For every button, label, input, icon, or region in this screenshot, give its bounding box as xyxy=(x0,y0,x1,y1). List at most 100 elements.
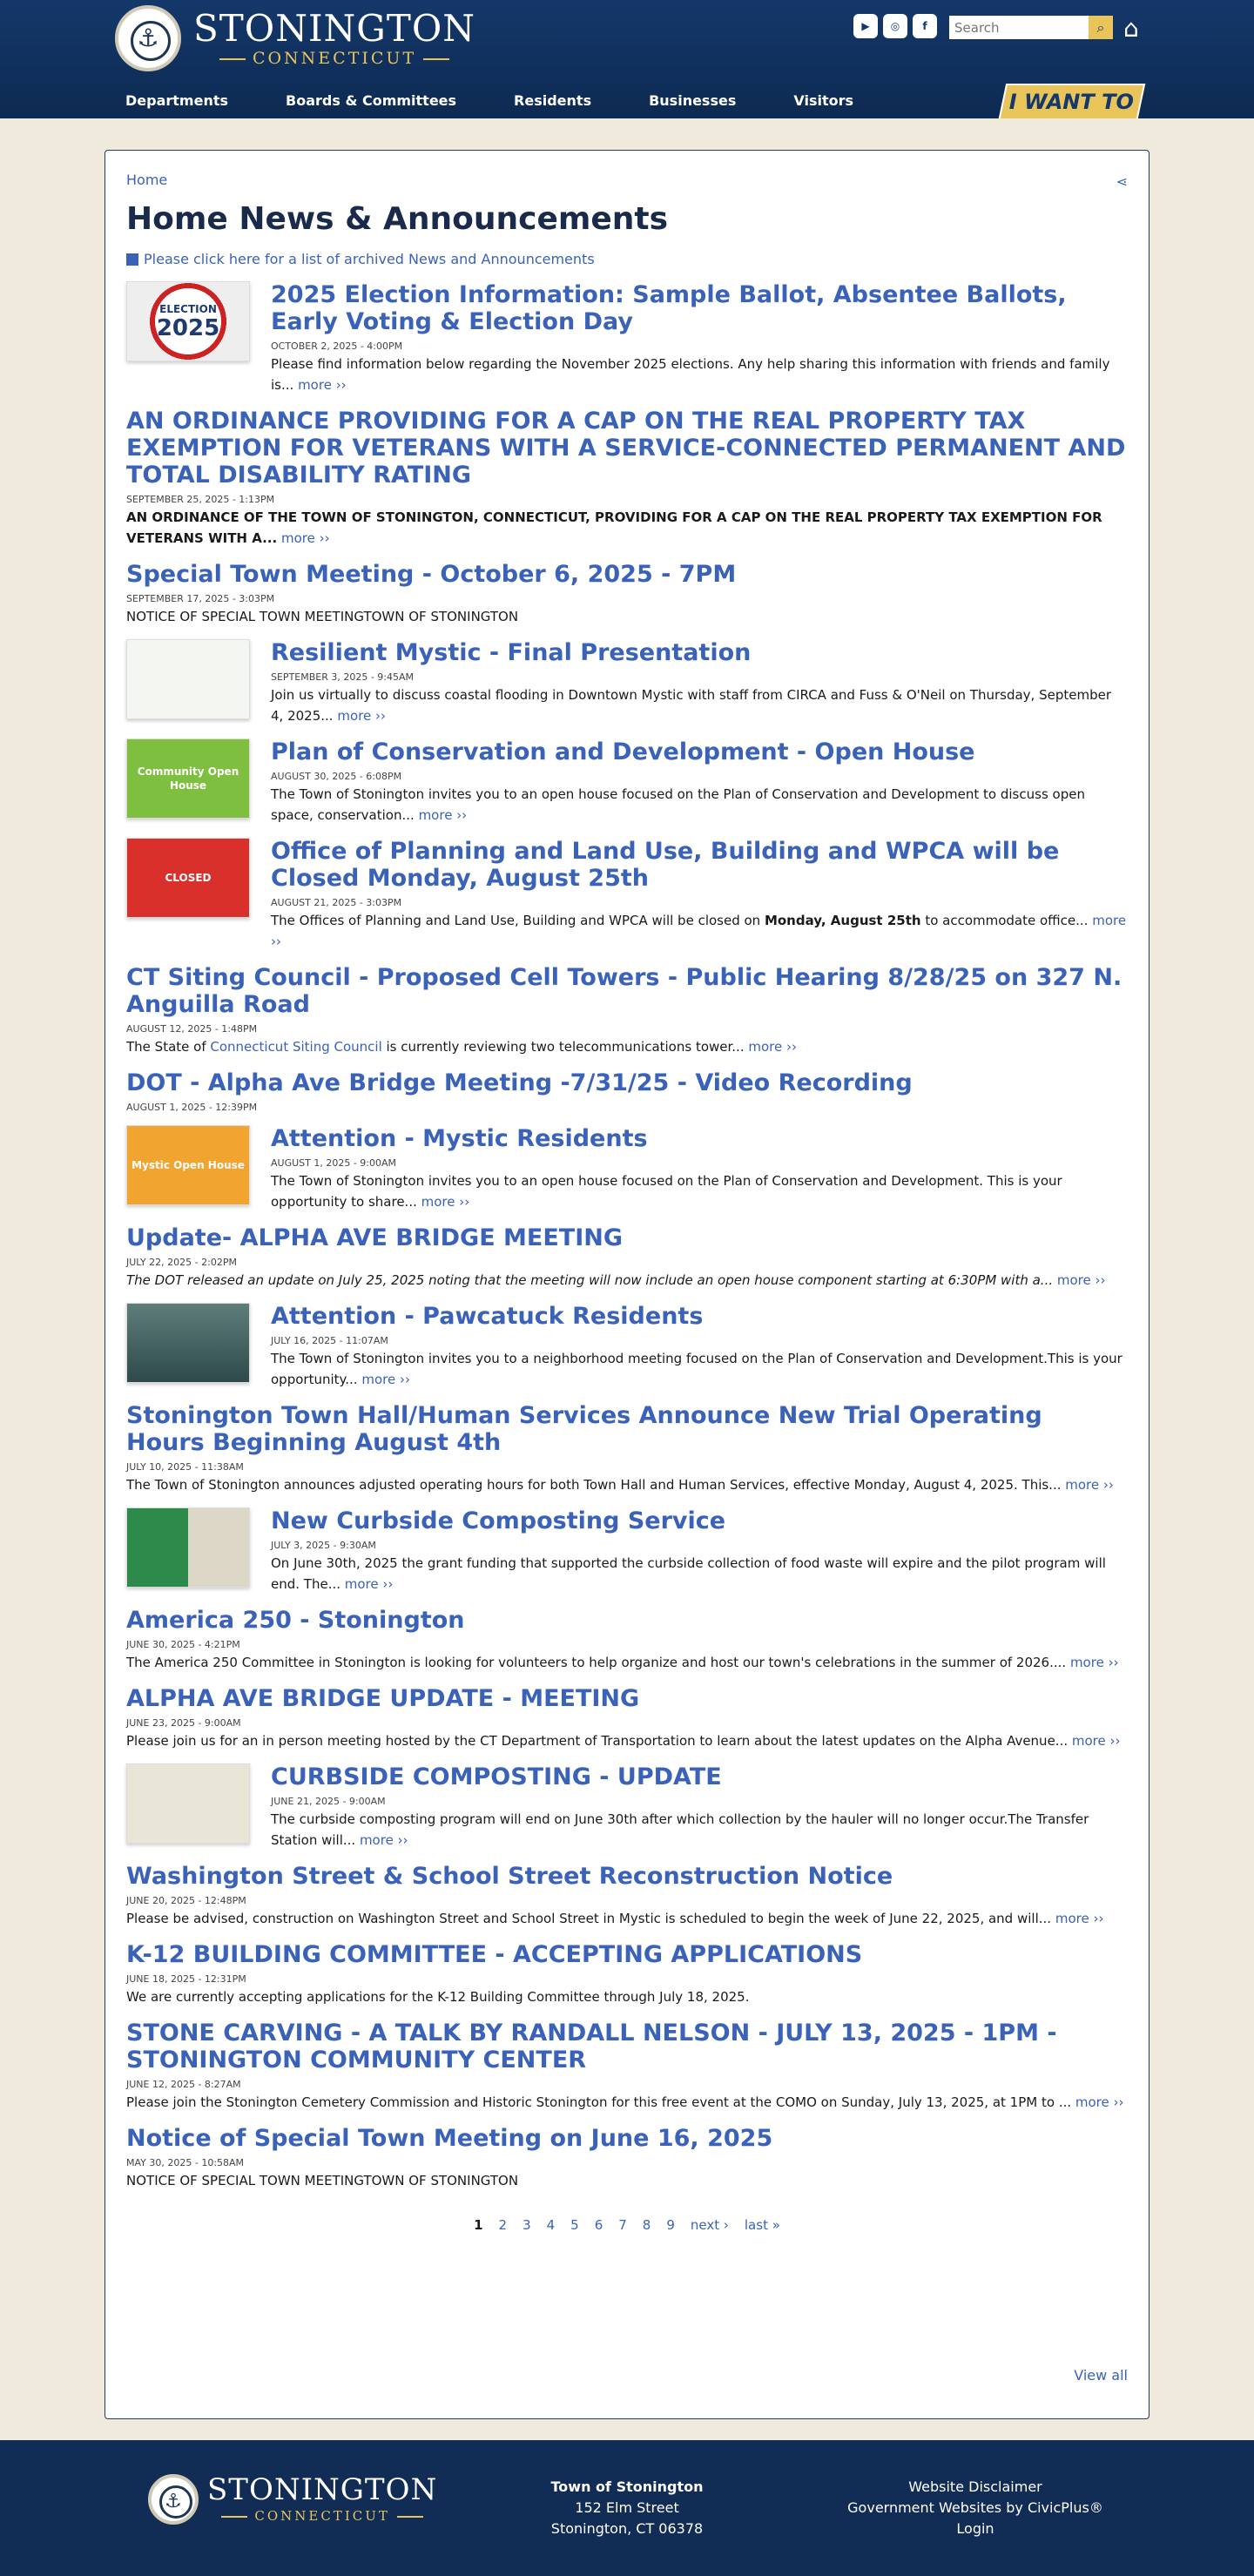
news-title[interactable]: Resilient Mystic - Final Presentation xyxy=(271,639,1128,666)
news-title[interactable]: Update- ALPHA AVE BRIDGE MEETING xyxy=(126,1224,1128,1251)
news-date: June 21, 2025 - 9:00AM xyxy=(271,1796,386,1807)
address-line2: Stonington, CT 06378 xyxy=(550,2520,704,2537)
more-link[interactable]: more ›› xyxy=(293,377,347,393)
news-title[interactable]: AN ORDINANCE PROVIDING FOR A CAP ON THE … xyxy=(126,408,1128,489)
search-input[interactable] xyxy=(949,16,1089,39)
more-link[interactable]: more ›› xyxy=(1051,1911,1104,1926)
share-icon[interactable]: ⋖ xyxy=(1116,173,1128,190)
youtube-icon[interactable]: ▶ xyxy=(853,14,878,38)
nav-boards-committees[interactable]: Boards & Committees xyxy=(286,92,456,109)
search-icon[interactable]: ⌕ xyxy=(1089,16,1113,39)
news-title[interactable]: DOT - Alpha Ave Bridge Meeting -7/31/25 … xyxy=(126,1069,1128,1096)
news-thumbnail[interactable]: CLOSED xyxy=(126,838,250,918)
home-icon[interactable]: ⌂ xyxy=(1123,14,1139,43)
news-item: Washington Street & School Street Recons… xyxy=(126,1863,1128,1929)
news-thumbnail[interactable] xyxy=(126,1763,250,1844)
page-link[interactable]: 5 xyxy=(570,2217,579,2233)
breadcrumb[interactable]: Home xyxy=(126,172,1128,188)
nav-departments[interactable]: Departments xyxy=(125,92,228,109)
footer-logo[interactable]: ⚓ STONINGTON CONNECTICUT xyxy=(148,2473,437,2525)
civicplus-link[interactable]: Government Websites by CivicPlus® xyxy=(845,2498,1106,2519)
news-item: DOT - Alpha Ave Bridge Meeting -7/31/25 … xyxy=(126,1069,1128,1113)
news-item: Resilient Mystic - Final Presentation Sep… xyxy=(126,639,1128,726)
news-thumbnail[interactable]: ELECTION 2025 xyxy=(126,281,250,361)
page-link[interactable]: 2 xyxy=(499,2217,508,2233)
news-item: New Curbside Composting Service July 3, 2… xyxy=(126,1507,1128,1595)
news-title[interactable]: K-12 BUILDING COMMITTEE - ACCEPTING APPL… xyxy=(126,1941,1128,1968)
news-date: July 10, 2025 - 11:38AM xyxy=(126,1461,244,1473)
more-link[interactable]: more ›› xyxy=(745,1039,797,1055)
i-want-to-button[interactable]: I WANT TO xyxy=(998,84,1146,118)
news-title[interactable]: 2025 Election Information: Sample Ballot… xyxy=(271,281,1128,335)
nav-residents[interactable]: Residents xyxy=(514,92,591,109)
news-title[interactable]: Plan of Conservation and Development - O… xyxy=(271,738,1128,765)
more-link[interactable]: more ›› xyxy=(1066,1655,1119,1670)
news-thumbnail[interactable] xyxy=(126,1507,250,1588)
news-title[interactable]: CT Siting Council - Proposed Cell Towers… xyxy=(126,964,1128,1018)
more-link[interactable]: more ›› xyxy=(1062,1477,1114,1493)
news-title[interactable]: Stonington Town Hall/Human Services Anno… xyxy=(126,1402,1128,1456)
search-bar: ⌕ xyxy=(949,16,1113,39)
news-title[interactable]: America 250 - Stonington xyxy=(126,1607,1128,1634)
more-link[interactable]: more ›› xyxy=(358,1372,410,1387)
news-item: ALPHA AVE BRIDGE UPDATE - MEETING June 23… xyxy=(126,1685,1128,1751)
more-link[interactable]: more ›› xyxy=(340,1576,394,1592)
news-thumbnail[interactable] xyxy=(126,1303,250,1383)
news-description: Please join us for an in person meeting … xyxy=(126,1733,1121,1749)
thumbnail-year: 2025 xyxy=(156,315,220,341)
page-link[interactable]: 8 xyxy=(643,2217,651,2233)
page-link[interactable]: 9 xyxy=(666,2217,675,2233)
news-thumbnail[interactable]: Mystic Open House xyxy=(126,1125,250,1205)
news-description: The State of Connecticut Siting Council … xyxy=(126,1039,797,1055)
news-item: Special Town Meeting - October 6, 2025 -… xyxy=(126,561,1128,627)
news-title[interactable]: CURBSIDE COMPOSTING - UPDATE xyxy=(271,1763,1128,1790)
more-link[interactable]: more ›› xyxy=(277,530,330,546)
facebook-icon[interactable]: f xyxy=(913,14,937,38)
news-date: September 3, 2025 - 9:45AM xyxy=(271,671,415,683)
more-link[interactable]: more ›› xyxy=(355,1832,408,1848)
news-list: ELECTION 2025 2025 Election Information: S… xyxy=(126,281,1128,2191)
nav-businesses[interactable]: Businesses xyxy=(649,92,736,109)
main-nav: Departments Boards & Committees Resident… xyxy=(125,92,911,109)
more-link[interactable]: more ›› xyxy=(417,1194,470,1210)
news-date: September 17, 2025 - 3:03PM xyxy=(126,593,275,604)
news-title[interactable]: Washington Street & School Street Recons… xyxy=(126,1863,1128,1890)
nav-visitors[interactable]: Visitors xyxy=(793,92,853,109)
thumbnail-text: ELECTION xyxy=(159,303,217,315)
instagram-icon[interactable]: ◎ xyxy=(883,14,907,38)
website-disclaimer-link[interactable]: Website Disclaimer xyxy=(845,2477,1106,2498)
news-title[interactable]: STONE CARVING - A TALK BY RANDALL NELSON… xyxy=(126,2020,1128,2074)
news-thumbnail[interactable] xyxy=(126,639,250,719)
site-header: ⚓ STONINGTON CONNECTICUT ▶ ◎ f ⌕ ⌂ Depar… xyxy=(0,0,1254,118)
page-link[interactable]: 6 xyxy=(595,2217,603,2233)
site-logo[interactable]: ⚓ STONINGTON CONNECTICUT xyxy=(115,5,475,71)
news-title[interactable]: ALPHA AVE BRIDGE UPDATE - MEETING xyxy=(126,1685,1128,1712)
news-thumbnail[interactable]: Community Open House xyxy=(126,738,250,819)
page-link[interactable]: 7 xyxy=(618,2217,627,2233)
inline-link[interactable]: Connecticut Siting Council xyxy=(210,1039,381,1055)
news-item: AN ORDINANCE PROVIDING FOR A CAP ON THE … xyxy=(126,408,1128,549)
page-link[interactable]: 4 xyxy=(547,2217,556,2233)
more-link[interactable]: more ›› xyxy=(334,708,386,724)
news-title[interactable]: Attention - Mystic Residents xyxy=(271,1125,1128,1152)
more-link[interactable]: more ›› xyxy=(1068,1733,1121,1749)
more-link[interactable]: more ›› xyxy=(415,807,468,823)
more-link[interactable]: more ›› xyxy=(271,913,1126,949)
page-link[interactable]: next › xyxy=(691,2217,729,2233)
news-description: The Town of Stonington invites you to an… xyxy=(271,786,1085,823)
news-title[interactable]: New Curbside Composting Service xyxy=(271,1507,1128,1534)
archive-link[interactable]: Please click here for a list of archived… xyxy=(126,251,1128,267)
news-item: America 250 - Stonington June 30, 2025 - … xyxy=(126,1607,1128,1673)
more-link[interactable]: more ›› xyxy=(1071,2094,1124,2110)
footer-logo-main: STONINGTON xyxy=(207,2472,438,2507)
page-link[interactable]: last » xyxy=(745,2217,780,2233)
more-link[interactable]: more ›› xyxy=(1053,1272,1106,1288)
view-all-link[interactable]: View all xyxy=(1074,2367,1128,2384)
news-title[interactable]: Special Town Meeting - October 6, 2025 -… xyxy=(126,561,1128,588)
login-link[interactable]: Login xyxy=(845,2519,1106,2539)
news-title[interactable]: Attention - Pawcatuck Residents xyxy=(271,1303,1128,1330)
page-link[interactable]: 3 xyxy=(522,2217,531,2233)
news-title[interactable]: Notice of Special Town Meeting on June 1… xyxy=(126,2125,1128,2152)
news-description: The America 250 Committee in Stonington … xyxy=(126,1655,1119,1670)
news-title[interactable]: Office of Planning and Land Use, Buildin… xyxy=(271,838,1128,892)
